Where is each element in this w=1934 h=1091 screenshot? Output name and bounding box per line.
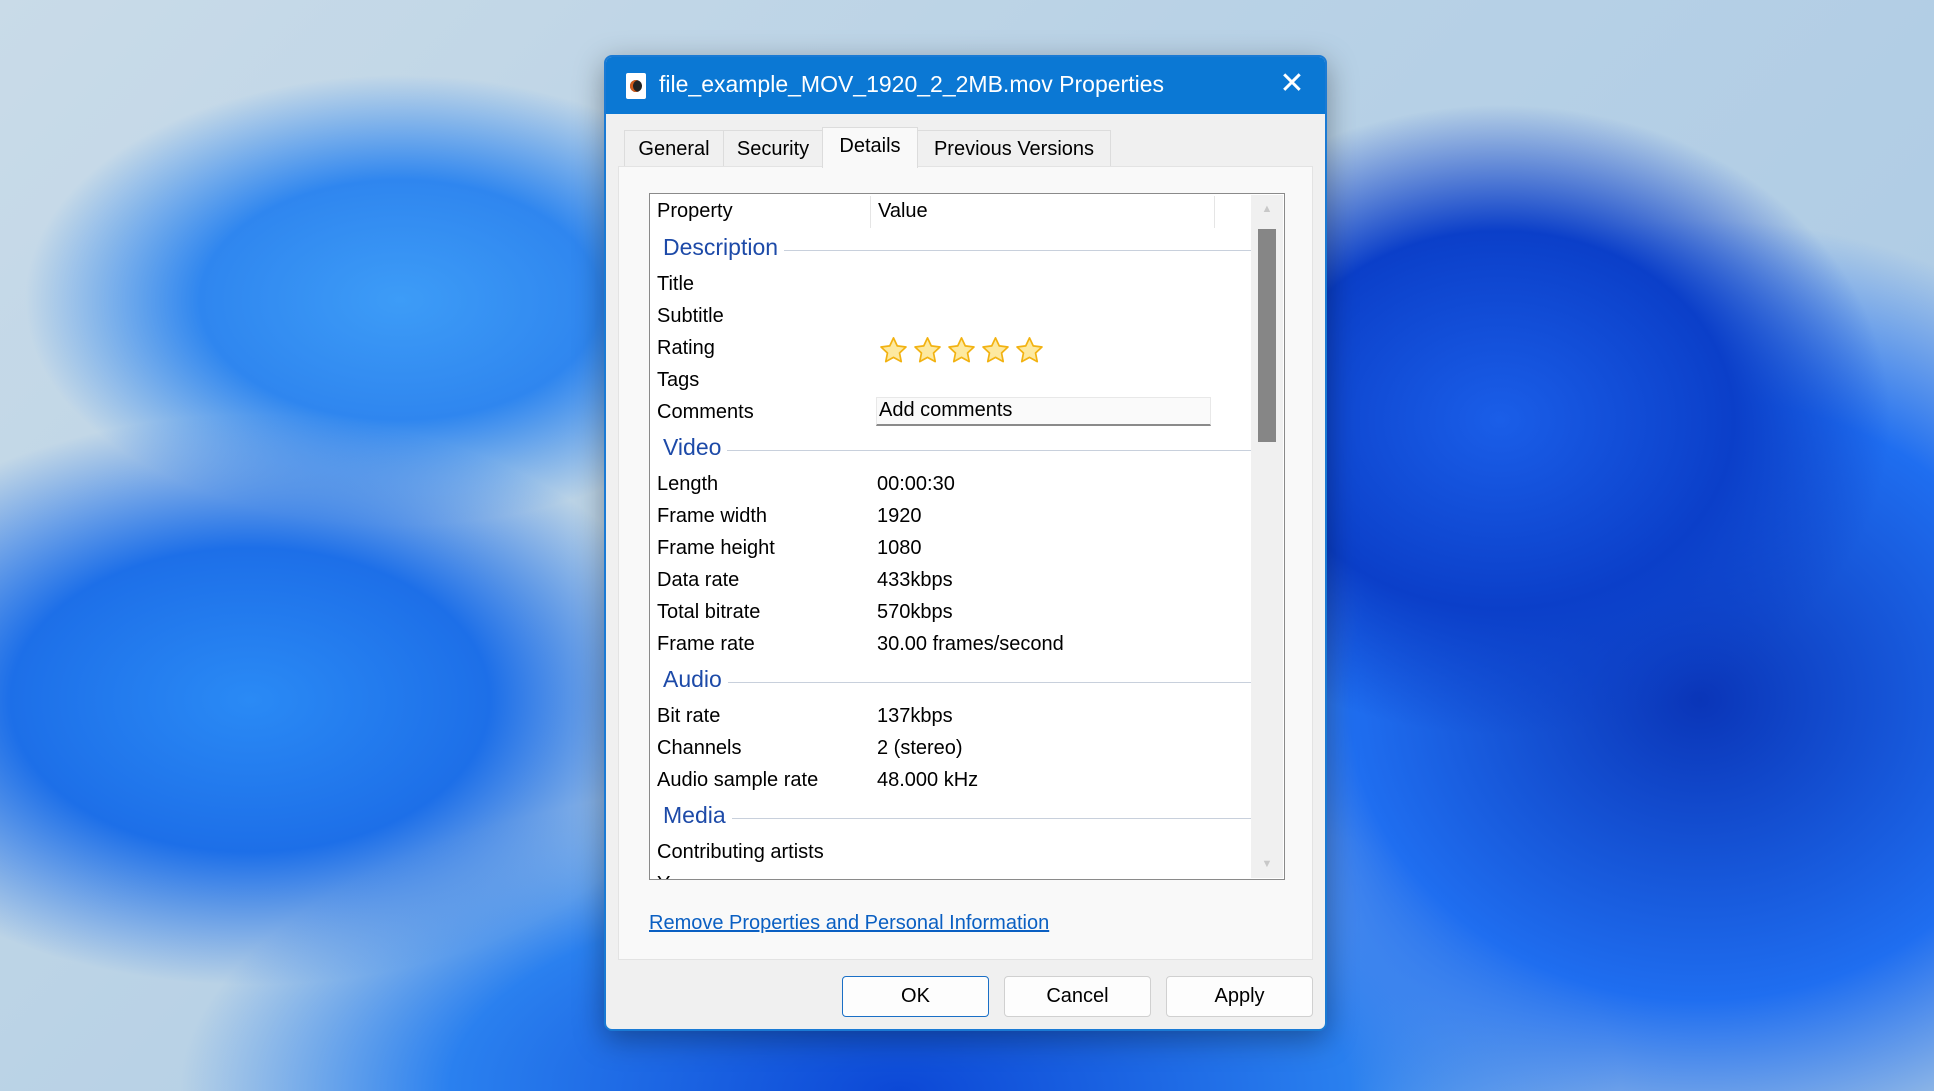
property-rows: Description Title Subtitle Rating Tags Commen… xyxy=(650,228,1268,879)
window-title: file_example_MOV_1920_2_2MB.mov Properti… xyxy=(659,71,1164,97)
tab-details[interactable]: Details xyxy=(822,127,918,168)
properties-dialog: file_example_MOV_1920_2_2MB.mov Properti… xyxy=(604,55,1327,1031)
remove-properties-link[interactable]: Remove Properties and Personal Informati… xyxy=(649,912,1049,935)
group-divider xyxy=(663,818,1268,819)
group-header: Media xyxy=(650,796,1268,836)
group-title: Description xyxy=(663,234,785,261)
list-header: Property Value xyxy=(650,196,1215,228)
group-header: Video xyxy=(650,428,1268,468)
star-icon[interactable] xyxy=(947,336,976,364)
property-row[interactable]: Tags xyxy=(650,364,1250,396)
group-title: Video xyxy=(663,434,728,461)
property-name: Total bitrate xyxy=(657,601,761,623)
tab-previous-versions[interactable]: Previous Versions xyxy=(917,130,1111,167)
property-name: Title xyxy=(657,273,695,295)
cancel-button[interactable]: Cancel xyxy=(1004,976,1151,1017)
property-value: 1920 xyxy=(877,505,922,527)
property-row[interactable]: Rating xyxy=(650,332,1250,364)
star-icon[interactable] xyxy=(1015,336,1044,364)
scrollbar-thumb[interactable] xyxy=(1258,229,1276,442)
column-header-property[interactable]: Property xyxy=(650,196,870,228)
group-title: Audio xyxy=(663,666,728,693)
star-icon[interactable] xyxy=(981,336,1010,364)
comments-input[interactable]: Add comments xyxy=(876,397,1211,426)
star-icon[interactable] xyxy=(879,336,908,364)
property-name: Subtitle xyxy=(657,305,724,327)
group-title: Media xyxy=(663,802,732,829)
property-value: 137kbps xyxy=(877,705,953,727)
property-name: Length xyxy=(657,473,719,495)
property-name: Frame height xyxy=(657,537,775,559)
star-icon[interactable] xyxy=(913,336,942,364)
properties-list: Property Value Description Title Subtitle R… xyxy=(649,193,1285,880)
scroll-down-icon[interactable]: ▼ xyxy=(1251,854,1283,874)
property-row[interactable]: Frame height 1080 xyxy=(650,532,1250,564)
group-divider xyxy=(663,450,1268,451)
property-row[interactable]: Audio sample rate 48.000 kHz xyxy=(650,764,1250,796)
property-value: 1080 xyxy=(877,537,922,559)
close-button[interactable]: ✕ xyxy=(1277,69,1307,99)
property-value: 433kbps xyxy=(877,569,953,591)
property-row[interactable]: Title xyxy=(650,268,1250,300)
property-value: 48.000 kHz xyxy=(877,769,979,791)
details-panel: Property Value Description Title Subtitle R… xyxy=(618,166,1313,960)
title-bar: file_example_MOV_1920_2_2MB.mov Properti… xyxy=(606,57,1325,114)
rating-stars[interactable] xyxy=(879,336,1044,364)
property-row[interactable]: Contributing artists xyxy=(650,836,1250,868)
property-row[interactable]: Data rate 433kbps xyxy=(650,564,1250,596)
property-name: Audio sample rate xyxy=(657,769,819,791)
property-name: Data rate xyxy=(657,569,740,591)
property-name: Rating xyxy=(657,337,715,359)
tab-security[interactable]: Security xyxy=(723,130,823,167)
tab-general[interactable]: General xyxy=(624,130,724,167)
video-file-icon xyxy=(626,73,646,99)
property-value: 2 (stereo) xyxy=(877,737,963,759)
vertical-scrollbar[interactable]: ▲ ▼ xyxy=(1251,195,1283,878)
property-row[interactable]: Length 00:00:30 xyxy=(650,468,1250,500)
ok-button[interactable]: OK xyxy=(842,976,989,1017)
property-value: 570kbps xyxy=(877,601,953,623)
group-header: Description xyxy=(650,228,1268,268)
property-row[interactable]: Total bitrate 570kbps xyxy=(650,596,1250,628)
property-name: Year xyxy=(657,868,697,879)
property-name: Frame rate xyxy=(657,633,755,655)
property-row[interactable]: Year xyxy=(650,868,1250,879)
property-name: Bit rate xyxy=(657,705,721,727)
property-name: Frame width xyxy=(657,505,768,527)
group-header: Audio xyxy=(650,660,1268,700)
property-name: Tags xyxy=(657,369,700,391)
group-divider xyxy=(663,682,1268,683)
column-header-value[interactable]: Value xyxy=(870,196,1214,228)
property-row[interactable]: Subtitle xyxy=(650,300,1250,332)
property-row[interactable]: Frame width 1920 xyxy=(650,500,1250,532)
property-row[interactable]: Channels 2 (stereo) xyxy=(650,732,1250,764)
property-name: Channels xyxy=(657,737,742,759)
property-row[interactable]: Bit rate 137kbps xyxy=(650,700,1250,732)
property-name: Contributing artists xyxy=(657,841,824,863)
property-row[interactable]: Comments Add comments xyxy=(650,396,1250,428)
property-value: 30.00 frames/second xyxy=(877,633,1064,655)
scroll-up-icon[interactable]: ▲ xyxy=(1251,199,1283,219)
property-name: Comments xyxy=(657,401,754,423)
apply-button[interactable]: Apply xyxy=(1166,976,1313,1017)
column-divider xyxy=(1214,196,1222,228)
property-value: 00:00:30 xyxy=(877,473,955,495)
property-row[interactable]: Frame rate 30.00 frames/second xyxy=(650,628,1250,660)
